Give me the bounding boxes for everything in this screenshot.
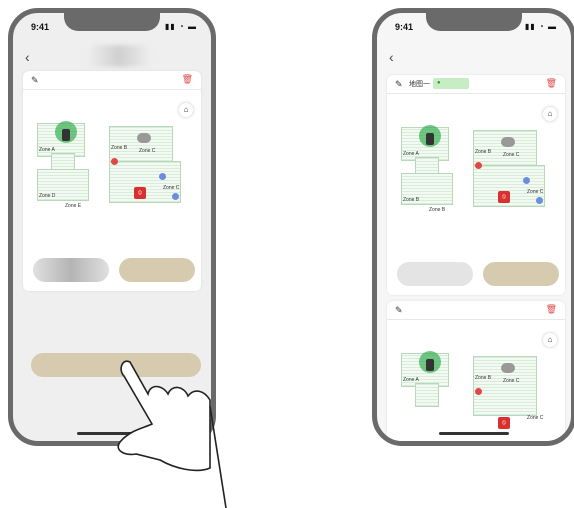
map-card[interactable]: ✎ 🗑 ⌂ ⦸ Zone A Zone B Zone C Zone D Zone…: [23, 71, 201, 291]
zone-label: Zone B: [429, 207, 446, 213]
zone-label: Zone B: [111, 145, 128, 151]
notch: [426, 13, 522, 31]
robot-icon: [62, 129, 70, 141]
room-hall: [415, 383, 439, 407]
dock-icon: [501, 363, 515, 373]
status-icons: ▮▮ ◔ ▬: [164, 22, 197, 31]
tapping-hand-illustration: [117, 360, 227, 508]
page-title: [85, 45, 153, 67]
back-chevron-icon[interactable]: ‹: [25, 49, 30, 65]
map-card-2[interactable]: ✎ 🗑 ⌂ ⦸ Zone A Zone B Zone C Zone C: [387, 301, 565, 441]
trash-icon[interactable]: 🗑: [546, 78, 557, 89]
robot-icon: [426, 359, 434, 371]
zone-label: Zone C: [503, 152, 520, 158]
edit-icon[interactable]: ✎: [31, 75, 39, 86]
no-go-zone-icon: ⦸: [498, 191, 510, 203]
zone-label: Zone C: [139, 148, 156, 154]
map-card-header: ✎ 地图一 ● 🗑: [387, 75, 565, 94]
map-card-1[interactable]: ✎ 地图一 ● 🗑 ⌂ ⦸ Zone A Zone B Zone C Zone …: [387, 75, 565, 295]
zone-label: Zone A: [403, 151, 419, 157]
primary-button[interactable]: [119, 258, 195, 282]
map-name: 地图一: [409, 81, 430, 88]
no-go-zone-icon: ⦸: [134, 187, 146, 199]
zone-label: Zone E: [65, 203, 82, 209]
pin-icon: [475, 388, 482, 395]
marker-icon: [172, 193, 179, 200]
zone-label: Zone A: [403, 377, 419, 383]
zone-label: Zone B: [475, 375, 492, 381]
pin-icon: [111, 158, 118, 165]
trash-icon[interactable]: 🗑: [182, 74, 193, 85]
status-time: 9:41: [395, 22, 414, 32]
zone-label: Zone B: [403, 197, 420, 203]
secondary-button[interactable]: [33, 258, 109, 282]
dock-icon: [137, 133, 151, 143]
edit-icon[interactable]: ✎: [395, 79, 403, 90]
zone-label: Zone D: [39, 193, 56, 199]
floor-map[interactable]: ⦸ Zone A Zone B Zone C Zone D Zone E Zon…: [31, 111, 196, 231]
primary-button[interactable]: [483, 262, 559, 286]
right-phone-frame: 9:41 ▮▮ ◔ ▬ ‹ ✎ 地图一 ● 🗑 ⌂ ⦸ Zone A Zone …: [372, 8, 574, 446]
back-chevron-icon[interactable]: ‹: [389, 49, 394, 65]
marker-icon: [523, 177, 530, 184]
status-icons: ▮▮ ◔ ▬: [524, 22, 557, 31]
zone-label: Zone A: [39, 147, 55, 153]
dock-icon: [501, 137, 515, 147]
pin-icon: [475, 162, 482, 169]
zone-label: Zone C: [527, 415, 544, 421]
zone-label: Zone C: [163, 185, 180, 191]
floor-map[interactable]: ⦸ Zone A Zone B Zone C Zone B Zone B Zon…: [395, 115, 560, 235]
floor-map[interactable]: ⦸ Zone A Zone B Zone C Zone C: [395, 341, 560, 441]
map-card-header: ✎ 🗑: [23, 71, 201, 90]
zone-label: Zone C: [527, 189, 544, 195]
home-indicator: [439, 432, 509, 435]
trash-icon[interactable]: 🗑: [546, 304, 557, 315]
secondary-button[interactable]: [397, 262, 473, 286]
status-time: 9:41: [31, 22, 50, 32]
no-go-zone-icon: ⦸: [498, 417, 510, 429]
notch: [64, 13, 160, 31]
zone-label: Zone B: [475, 149, 492, 155]
map-card-header: ✎ 🗑: [387, 301, 565, 320]
robot-icon: [426, 133, 434, 145]
marker-icon: [536, 197, 543, 204]
marker-icon: [159, 173, 166, 180]
edit-icon[interactable]: ✎: [395, 305, 403, 316]
active-badge: ●: [433, 78, 469, 89]
zone-label: Zone C: [503, 378, 520, 384]
